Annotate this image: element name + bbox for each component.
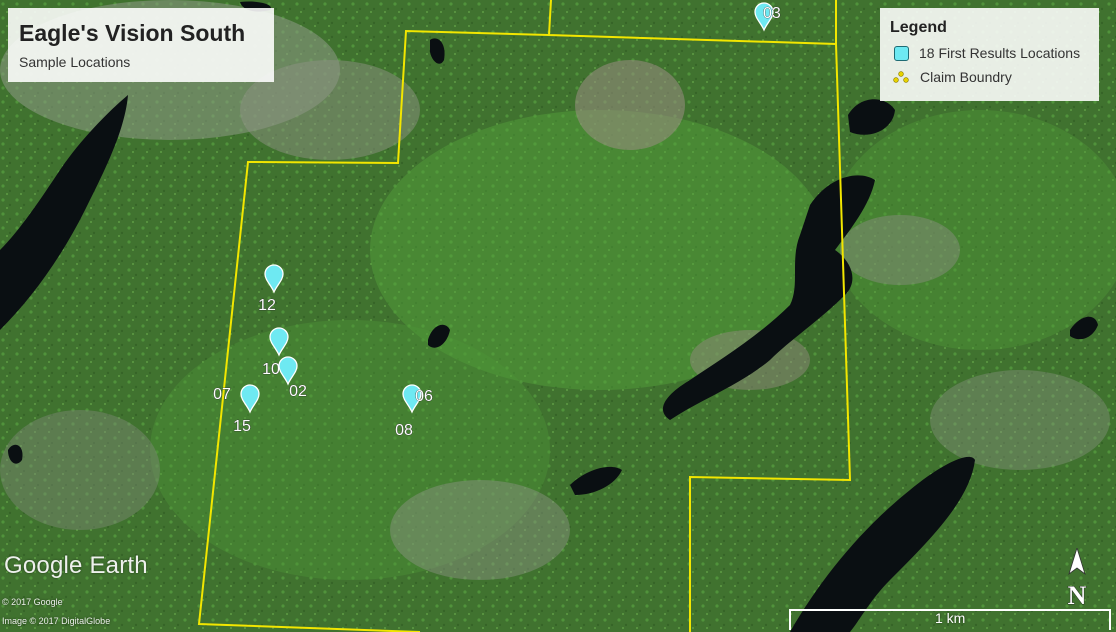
sample-pin-icon (894, 45, 909, 61)
map-title: Eagle's Vision South (19, 20, 246, 46)
sample-label: 06 (415, 388, 433, 405)
legend-item-samples: 18 First Results Locations (892, 45, 1080, 61)
north-arrow-icon: N (1062, 546, 1092, 610)
north-label: N (1068, 581, 1087, 606)
legend-title: Legend (890, 19, 947, 36)
copyright-imagery: Image © 2017 DigitalGlobe (2, 616, 111, 626)
claim-boundary-icon (892, 69, 910, 85)
legend-item-label: 18 First Results Locations (919, 45, 1081, 61)
sample-label: 15 (233, 418, 251, 435)
legend-panel: Legend 18 First Results Locations Claim … (880, 8, 1099, 101)
sample-pin-08[interactable]: 08 (395, 422, 413, 440)
sample-label: 10 (262, 361, 280, 378)
sample-label: 08 (395, 422, 413, 439)
sample-label: 03 (763, 5, 781, 22)
legend-item-claim: Claim Boundry (892, 69, 1012, 85)
legend-item-label: Claim Boundry (920, 69, 1012, 85)
map-subtitle: Sample Locations (19, 54, 131, 70)
title-panel: Eagle's Vision South Sample Locations (8, 8, 274, 82)
copyright-google: © 2017 Google (2, 597, 63, 607)
google-earth-logo: Google Earth (4, 552, 148, 579)
sample-label: 02 (289, 383, 307, 400)
sample-label: 12 (258, 297, 276, 314)
sample-label: 07 (213, 386, 231, 403)
sample-pin-07[interactable]: 07 (213, 386, 231, 404)
scale-label: 1 km (935, 610, 966, 626)
